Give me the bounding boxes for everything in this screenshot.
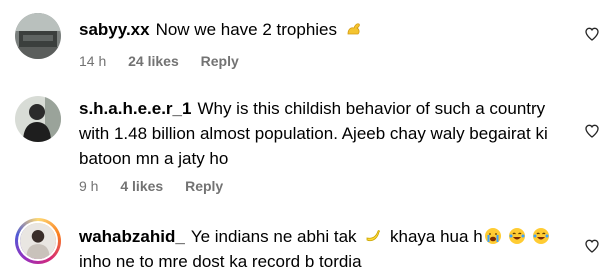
avatar-photo: [15, 96, 61, 142]
heart-outline-icon[interactable]: [584, 26, 600, 42]
avatar[interactable]: [15, 96, 61, 142]
flexed-biceps-icon: [347, 23, 360, 35]
heart-outline-icon[interactable]: [584, 238, 600, 254]
comment-body: sabyy.xx Now we have 2 trophies: [79, 17, 569, 42]
face-with-tears-of-joy-icon: [532, 228, 549, 244]
reply-button[interactable]: Reply: [201, 53, 239, 69]
comments-list: sabyy.xx Now we have 2 trophies 14 h 24 l…: [0, 0, 611, 278]
banana-icon: [366, 230, 381, 242]
comment-username[interactable]: wahabzahid_: [79, 227, 185, 246]
comment-text-part1: Ye indians ne abhi tak: [190, 227, 357, 246]
comment-meta: 9 h 4 likes Reply: [79, 178, 241, 194]
avatar[interactable]: [15, 13, 61, 59]
comment-body: wahabzahid_ Ye indians ne abhi tak khaya …: [79, 224, 569, 274]
avatar: [18, 221, 58, 261]
comment-body: s.h.a.h.e.e.r_1 Why is this childish beha…: [79, 96, 569, 171]
comment-username[interactable]: sabyy.xx: [79, 20, 150, 39]
comment-text: Now we have 2 trophies: [155, 20, 338, 39]
comment-time: 9 h: [79, 178, 99, 194]
comment-likes[interactable]: 24 likes: [128, 53, 179, 69]
comment-likes[interactable]: 4 likes: [120, 178, 163, 194]
comment-time: 14 h: [79, 53, 107, 69]
heart-outline-icon[interactable]: [584, 123, 600, 139]
avatar-story-ring[interactable]: [15, 218, 61, 264]
comment-text-part2: khaya hua h: [390, 227, 483, 246]
avatar-photo: [15, 13, 61, 59]
comment-username[interactable]: s.h.a.h.e.e.r_1: [79, 99, 191, 118]
comment-text-part3: inho ne to mre dost ka record b tordia: [79, 252, 362, 271]
comment-meta: 14 h 24 likes Reply: [79, 53, 257, 69]
avatar-photo: [20, 223, 56, 259]
reply-button[interactable]: Reply: [185, 178, 223, 194]
face-with-tears-of-joy-icon: [508, 228, 525, 244]
loudly-crying-face-icon: [484, 228, 501, 244]
